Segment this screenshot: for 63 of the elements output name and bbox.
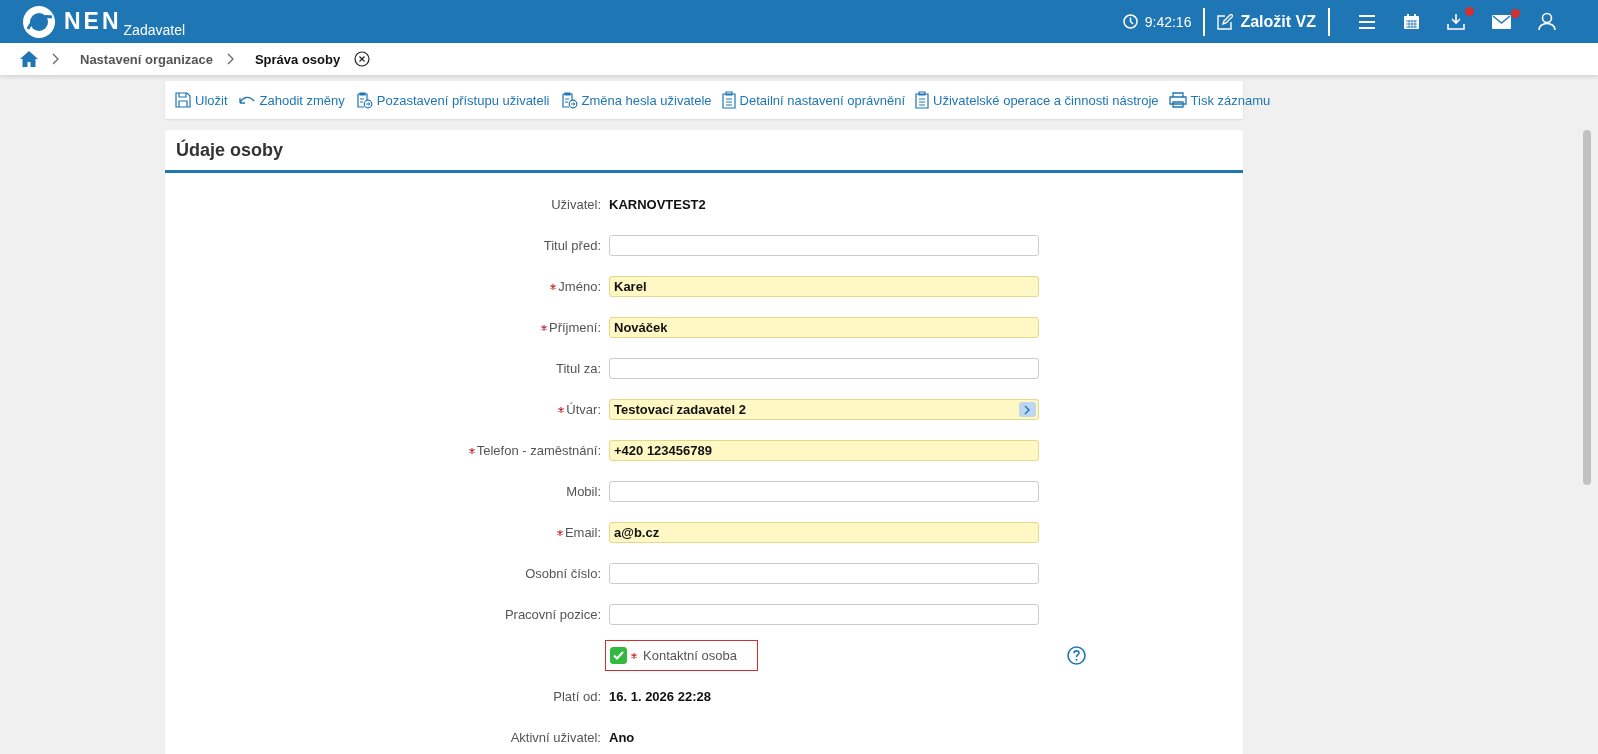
field-label: Útvar: bbox=[566, 402, 601, 417]
clipboard-icon bbox=[721, 91, 736, 109]
clipboard-icon bbox=[559, 91, 578, 109]
toolbar-button[interactable]: Uložit bbox=[170, 92, 233, 108]
text-field[interactable]: Karel bbox=[609, 276, 1039, 297]
checkbox-label: Kontaktní osoba bbox=[643, 648, 737, 663]
text-field[interactable]: +420 123456789 bbox=[609, 440, 1039, 461]
clipboard-icon bbox=[354, 91, 373, 109]
app-subtitle: Zadavatel bbox=[123, 21, 186, 38]
chevron-right-icon bbox=[226, 53, 235, 65]
field-label: Příjmení: bbox=[549, 320, 601, 335]
checkmark-icon bbox=[613, 651, 624, 660]
field-label: Jméno: bbox=[558, 279, 601, 294]
text-field[interactable] bbox=[609, 481, 1039, 502]
text-field[interactable]: Nováček bbox=[609, 317, 1039, 338]
clock-time: 9:42:16 bbox=[1144, 13, 1192, 30]
field-value: Ano bbox=[609, 730, 635, 745]
create-button[interactable]: Založit VZ bbox=[1217, 12, 1316, 31]
chevron-right-icon bbox=[52, 53, 60, 65]
field-value: KARNOVTEST2 bbox=[609, 197, 706, 212]
field-label: Aktivní uživatel: bbox=[510, 730, 601, 745]
clock-icon bbox=[1122, 14, 1138, 29]
checkbox[interactable] bbox=[610, 647, 627, 664]
home-icon[interactable] bbox=[20, 51, 38, 67]
printer-icon bbox=[1168, 92, 1187, 108]
logo-icon bbox=[22, 4, 56, 39]
toolbar-button[interactable]: Uživatelské operace a činnosti nástroje bbox=[910, 91, 1164, 109]
toolbar-button[interactable]: Zahodit změny bbox=[232, 92, 350, 108]
text-field[interactable] bbox=[609, 563, 1039, 584]
field-label: Platí od: bbox=[553, 689, 601, 704]
close-icon[interactable] bbox=[354, 51, 371, 67]
panel-title: Údaje osoby bbox=[176, 139, 284, 161]
pencil-icon bbox=[1217, 13, 1234, 30]
field-label: Pracovní pozice: bbox=[504, 607, 601, 622]
toolbar-button[interactable]: Tisk záznamu bbox=[1163, 92, 1276, 108]
field-label: Osobní číslo: bbox=[525, 566, 601, 581]
toolbar-button[interactable]: Pozastavení přístupu uživateli bbox=[349, 91, 555, 109]
toolbar-button[interactable]: Změna hesla uživatele bbox=[554, 91, 717, 109]
field-label: Uživatel: bbox=[551, 197, 601, 212]
download-icon[interactable] bbox=[1447, 12, 1465, 31]
breadcrumb-item[interactable]: Správa osoby bbox=[254, 51, 341, 67]
help-icon[interactable] bbox=[1067, 646, 1086, 665]
scrollbar-thumb[interactable] bbox=[1583, 130, 1591, 485]
lookup-field[interactable]: Testovací zadavatel 2 bbox=[609, 399, 1039, 420]
clipboard-icon bbox=[915, 91, 930, 109]
text-field[interactable] bbox=[609, 604, 1039, 625]
text-field[interactable] bbox=[609, 235, 1039, 256]
text-field[interactable] bbox=[609, 358, 1039, 379]
field-label: Mobil: bbox=[566, 484, 601, 499]
menu-icon[interactable] bbox=[1358, 13, 1376, 30]
field-label: Titul za: bbox=[555, 361, 601, 376]
toolbar-button[interactable]: Detailní nastavení oprávnění bbox=[716, 91, 911, 109]
user-icon[interactable] bbox=[1538, 12, 1556, 31]
calendar-icon[interactable] bbox=[1403, 13, 1420, 30]
field-label: Telefon - zaměstnání: bbox=[476, 443, 601, 458]
field-value: 16. 1. 2026 22:28 bbox=[609, 689, 711, 704]
breadcrumb-item[interactable]: Nastavení organizace bbox=[80, 51, 213, 67]
field-label: Email: bbox=[564, 525, 601, 540]
chevron-right-icon[interactable] bbox=[1019, 402, 1036, 417]
field-label: Titul před: bbox=[543, 238, 601, 253]
mail-icon[interactable] bbox=[1492, 14, 1511, 29]
logo-text: NEN bbox=[64, 8, 122, 35]
text-field[interactable]: a@b.cz bbox=[609, 522, 1039, 543]
